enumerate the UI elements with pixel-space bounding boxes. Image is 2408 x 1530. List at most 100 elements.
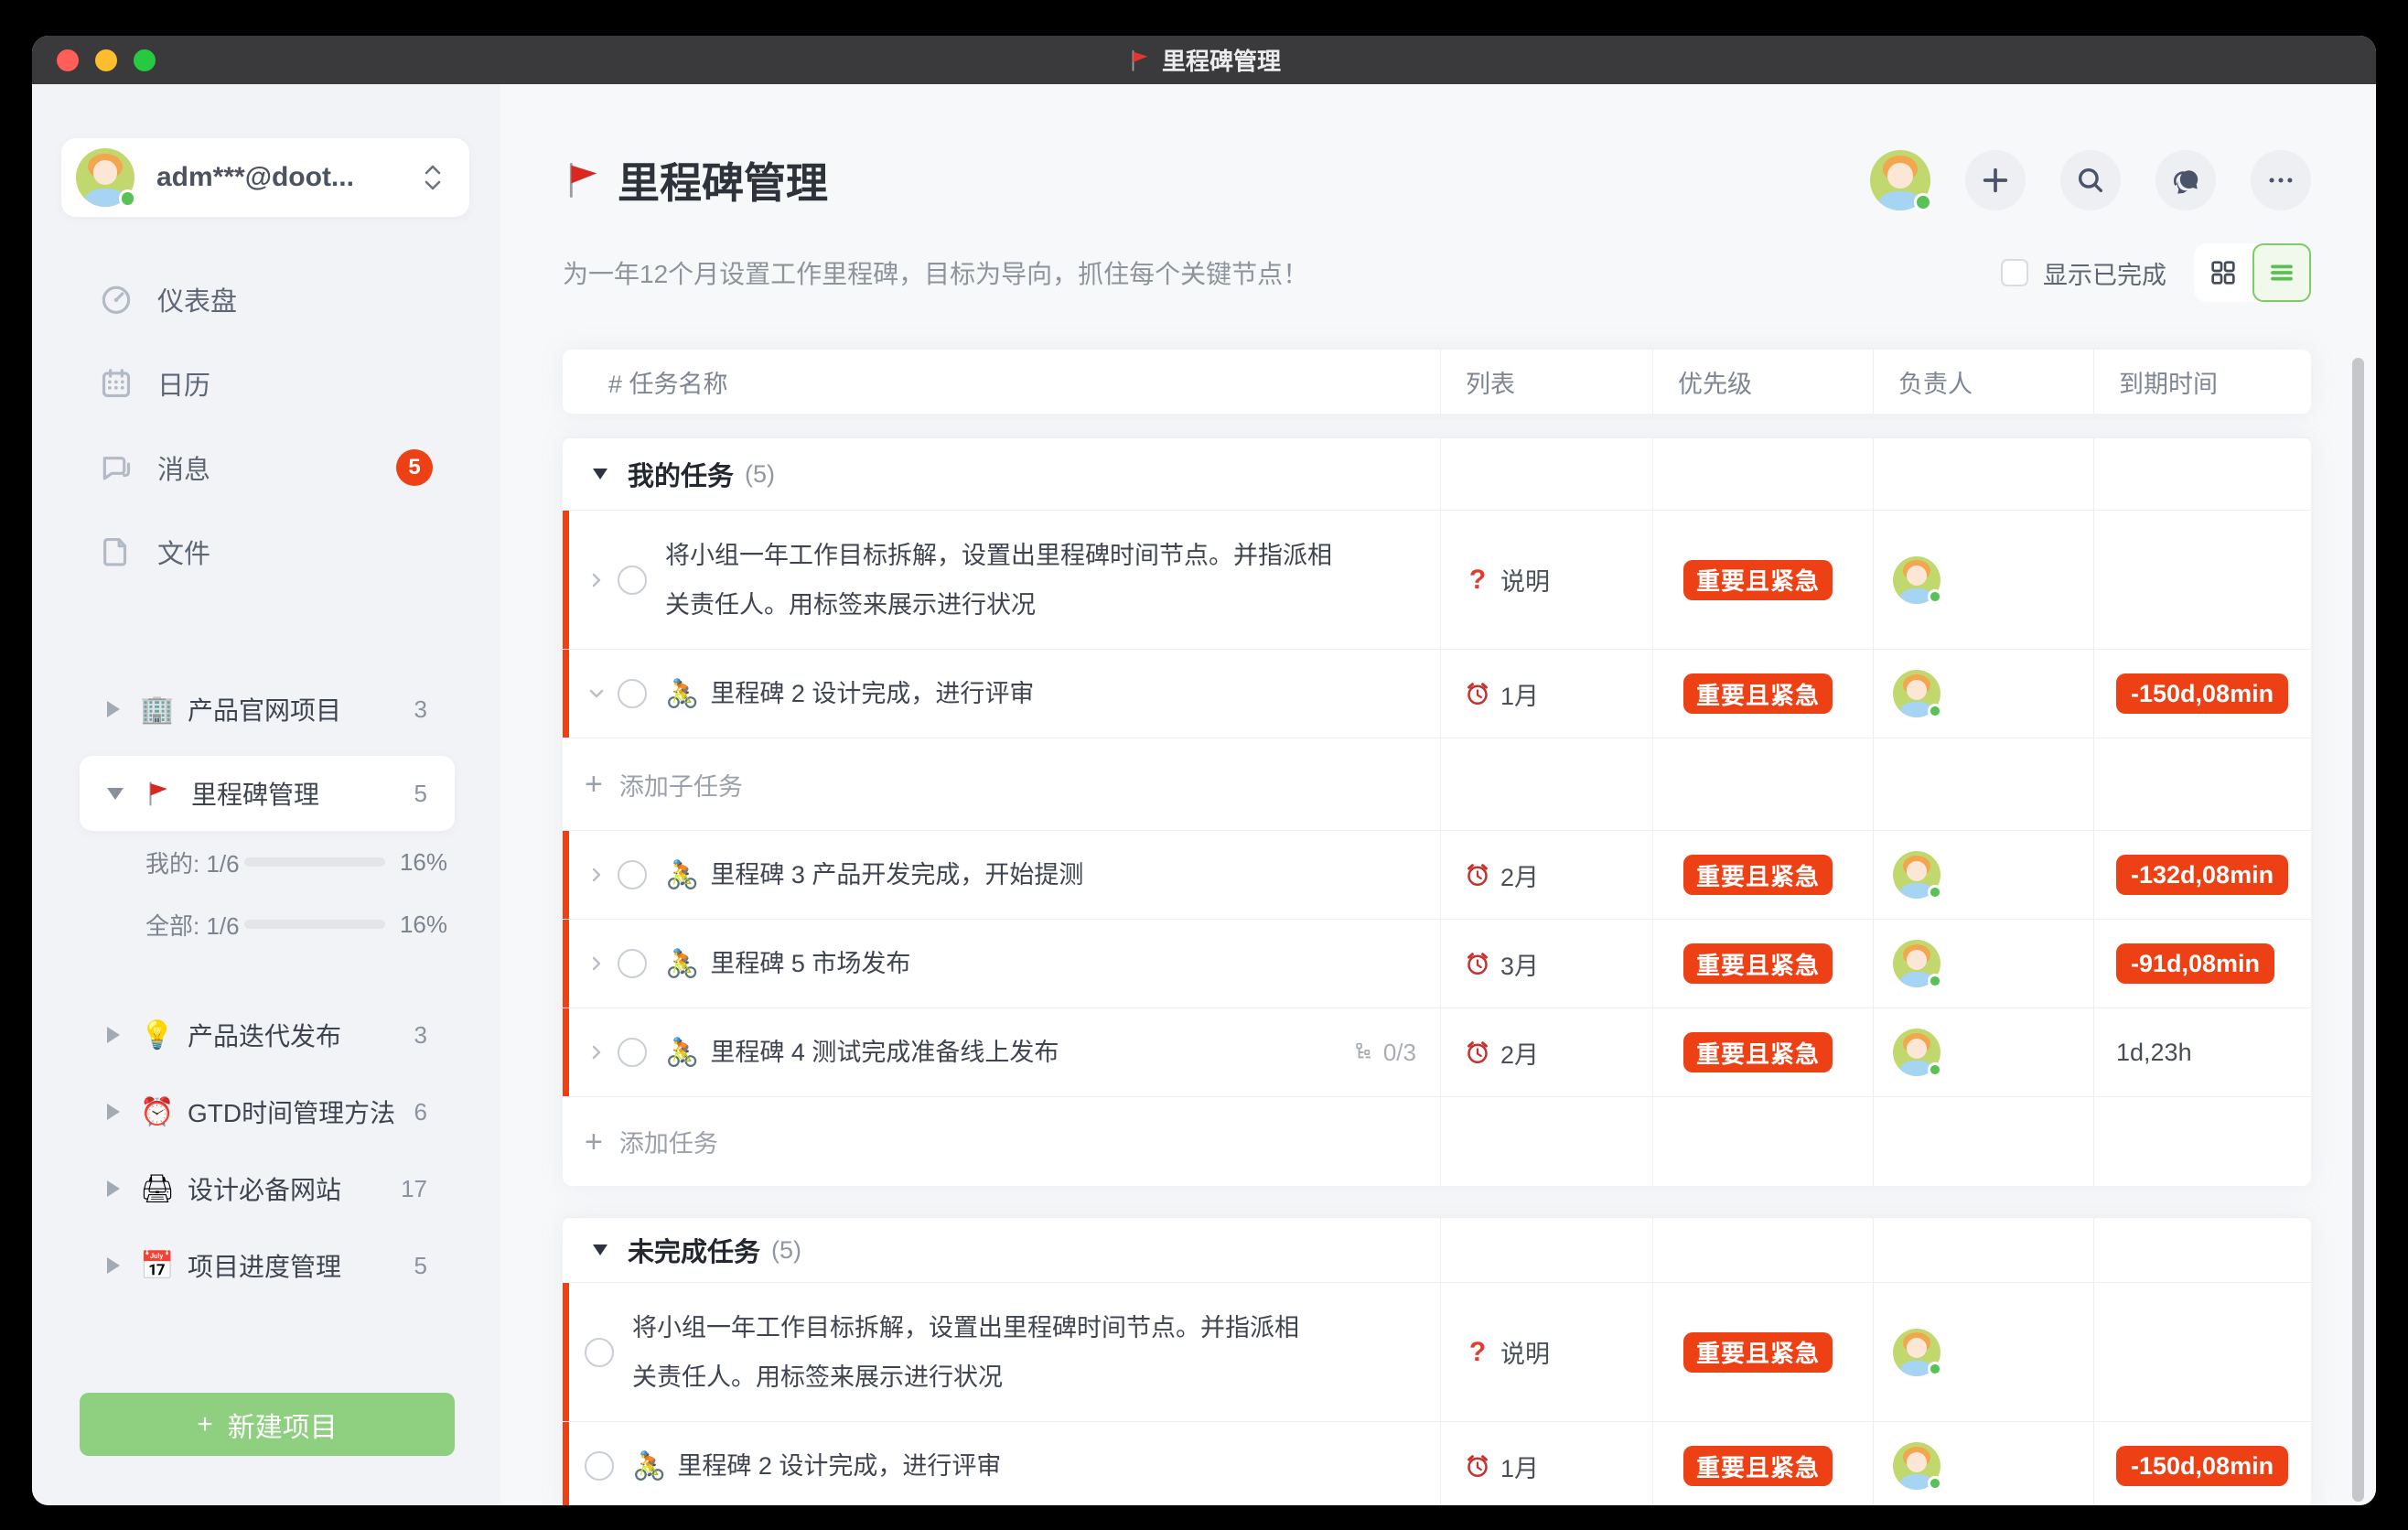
- assignee-avatar[interactable]: [1893, 670, 1940, 717]
- collapsed-triangle-icon[interactable]: [107, 1104, 120, 1120]
- close-window-button[interactable]: [57, 49, 79, 71]
- project-item[interactable]: 🖨 设计必备网站 17: [80, 1150, 455, 1227]
- task-checkbox[interactable]: [585, 1338, 614, 1367]
- priority-badge[interactable]: 重要且紧急: [1683, 1032, 1833, 1072]
- task-checkbox[interactable]: [618, 679, 647, 708]
- project-item[interactable]: 🏢 产品官网项目 3: [80, 671, 455, 748]
- task-title[interactable]: 里程碑 4 测试完成准备线上发布: [710, 1028, 1059, 1077]
- task-checkbox[interactable]: [618, 1038, 647, 1067]
- priority-badge[interactable]: 重要且紧急: [1683, 1332, 1833, 1373]
- task-title[interactable]: 将小组一年工作目标拆解，设置出里程碑时间节点。并指派相关责任人。用标签来展示进行…: [665, 531, 1347, 630]
- add-subtask-row[interactable]: + 添加子任务: [563, 738, 2311, 830]
- new-project-button[interactable]: + 新建项目: [80, 1393, 455, 1456]
- collapse-chevron-icon[interactable]: [585, 682, 608, 706]
- page-title-text: 里程碑管理: [618, 150, 828, 210]
- alarm-clock-icon: [1464, 1039, 1491, 1066]
- assignee-avatar[interactable]: [1893, 1329, 1940, 1376]
- add-task-row[interactable]: + 添加任务: [563, 1096, 2311, 1186]
- task-checkbox[interactable]: [585, 1451, 614, 1481]
- more-button[interactable]: [2251, 150, 2311, 210]
- flag-icon: [563, 161, 601, 199]
- add-task-label[interactable]: 添加任务: [619, 1124, 718, 1159]
- project-task-count: 6: [414, 1098, 427, 1126]
- all-progress-row: 全部: 1/6 16%: [145, 893, 447, 955]
- priority-badge[interactable]: 重要且紧急: [1683, 560, 1833, 600]
- task-row[interactable]: 将小组一年工作目标拆解，设置出里程碑时间节点。并指派相关责任人。用标签来展示进行…: [563, 1282, 2311, 1421]
- collapsed-triangle-icon[interactable]: [107, 701, 120, 717]
- expand-chevron-icon[interactable]: [585, 863, 608, 887]
- collapsed-triangle-icon[interactable]: [107, 1180, 120, 1197]
- priority-badge[interactable]: 重要且紧急: [1683, 943, 1833, 984]
- expand-chevron-icon[interactable]: [585, 568, 608, 592]
- group-header[interactable]: 我的任务 (5): [563, 437, 2311, 510]
- online-status-dot: [1928, 974, 1942, 988]
- plus-icon: [1980, 165, 2011, 196]
- chat-button[interactable]: [2155, 150, 2216, 210]
- cyclist-emoji-icon: 🚴: [665, 859, 699, 891]
- list-label[interactable]: 3月: [1500, 946, 1539, 982]
- task-title[interactable]: 里程碑 5 市场发布: [710, 939, 910, 988]
- task-row[interactable]: 🚴 里程碑 3 产品开发完成，开始提测 2月 重要且紧急: [563, 830, 2311, 919]
- assignee-avatar[interactable]: [1893, 556, 1940, 604]
- task-row[interactable]: 🚴 里程碑 4 测试完成准备线上发布 0/3: [563, 1007, 2311, 1096]
- task-checkbox[interactable]: [618, 566, 647, 595]
- group-header[interactable]: 未完成任务 (5): [563, 1217, 2311, 1282]
- group-collapse-icon[interactable]: [593, 1244, 607, 1255]
- task-table: # 任务名称 列表 优先级 负责人 到期时间 我的任务 (5): [563, 350, 2311, 1505]
- task-title[interactable]: 里程碑 3 产品开发完成，开始提测: [710, 850, 1083, 900]
- expand-chevron-icon[interactable]: [585, 952, 608, 975]
- grid-icon: [2209, 258, 2238, 287]
- task-row[interactable]: 将小组一年工作目标拆解，设置出里程碑时间节点。并指派相关责任人。用标签来展示进行…: [563, 510, 2311, 649]
- task-row[interactable]: 🚴 里程碑 5 市场发布 3月 重要且紧急: [563, 919, 2311, 1007]
- add-subtask-label[interactable]: 添加子任务: [619, 767, 743, 803]
- task-checkbox[interactable]: [618, 860, 647, 889]
- sidebar-item-calendar[interactable]: 日历: [32, 341, 500, 426]
- minimize-window-button[interactable]: [95, 49, 117, 71]
- expanded-triangle-icon[interactable]: [107, 788, 124, 800]
- task-checkbox[interactable]: [618, 949, 647, 978]
- list-label[interactable]: 说明: [1500, 1334, 1550, 1370]
- vertical-scrollbar[interactable]: [2352, 358, 2364, 1502]
- project-item[interactable]: ⏰ GTD时间管理方法 6: [80, 1073, 455, 1150]
- assignee-avatar[interactable]: [1893, 851, 1940, 899]
- list-label[interactable]: 说明: [1500, 562, 1550, 598]
- list-label[interactable]: 1月: [1500, 676, 1539, 712]
- priority-badge[interactable]: 重要且紧急: [1683, 673, 1833, 714]
- search-button[interactable]: [2060, 150, 2121, 210]
- collapsed-triangle-icon[interactable]: [107, 1027, 120, 1043]
- board-view-button[interactable]: [2194, 243, 2252, 302]
- alarm-clock-icon: [1464, 1452, 1491, 1480]
- priority-badge[interactable]: 重要且紧急: [1683, 855, 1833, 895]
- task-row[interactable]: 🚴 里程碑 2 设计完成，进行评审 1月 重要且紧急: [563, 649, 2311, 738]
- project-item[interactable]: 📅 项目进度管理 5: [80, 1227, 455, 1304]
- list-view-button[interactable]: [2252, 243, 2311, 302]
- group-collapse-icon[interactable]: [593, 469, 607, 479]
- collapsed-triangle-icon[interactable]: [107, 1257, 120, 1274]
- message-icon: [99, 450, 134, 485]
- list-label[interactable]: 2月: [1500, 1035, 1539, 1071]
- task-title[interactable]: 里程碑 2 设计完成，进行评审: [710, 669, 1034, 718]
- assignee-avatar[interactable]: [1893, 1029, 1940, 1076]
- sidebar-item-files[interactable]: 文件: [32, 510, 500, 594]
- sidebar-item-dashboard[interactable]: 仪表盘: [32, 257, 500, 341]
- zoom-window-button[interactable]: [134, 49, 156, 71]
- user-avatar[interactable]: [1870, 150, 1930, 210]
- sidebar-item-messages[interactable]: 消息 5: [32, 426, 500, 510]
- list-label[interactable]: 2月: [1500, 857, 1539, 893]
- account-selector[interactable]: adm***@doot...: [61, 138, 469, 217]
- priority-badge[interactable]: 重要且紧急: [1683, 1446, 1833, 1486]
- project-item[interactable]: 💡 产品迭代发布 3: [80, 997, 455, 1073]
- group-name: 未完成任务: [628, 1231, 760, 1269]
- task-row[interactable]: 🚴 里程碑 2 设计完成，进行评审 1月 重要且紧急: [563, 1421, 2311, 1505]
- show-completed-checkbox[interactable]: [2001, 259, 2028, 286]
- flag-icon: [1127, 48, 1151, 72]
- task-title[interactable]: 里程碑 2 设计完成，进行评审: [677, 1441, 1001, 1491]
- assignee-avatar[interactable]: [1893, 1442, 1940, 1490]
- expand-chevron-icon[interactable]: [585, 1040, 608, 1064]
- project-item-selected[interactable]: 里程碑管理 5: [80, 756, 455, 831]
- show-completed-toggle[interactable]: 显示已完成: [2001, 255, 2166, 291]
- list-label[interactable]: 1月: [1500, 1449, 1539, 1484]
- add-member-button[interactable]: [1965, 150, 2026, 210]
- assignee-avatar[interactable]: [1893, 940, 1940, 987]
- task-title[interactable]: 将小组一年工作目标拆解，设置出里程碑时间节点。并指派相关责任人。用标签来展示进行…: [632, 1303, 1314, 1402]
